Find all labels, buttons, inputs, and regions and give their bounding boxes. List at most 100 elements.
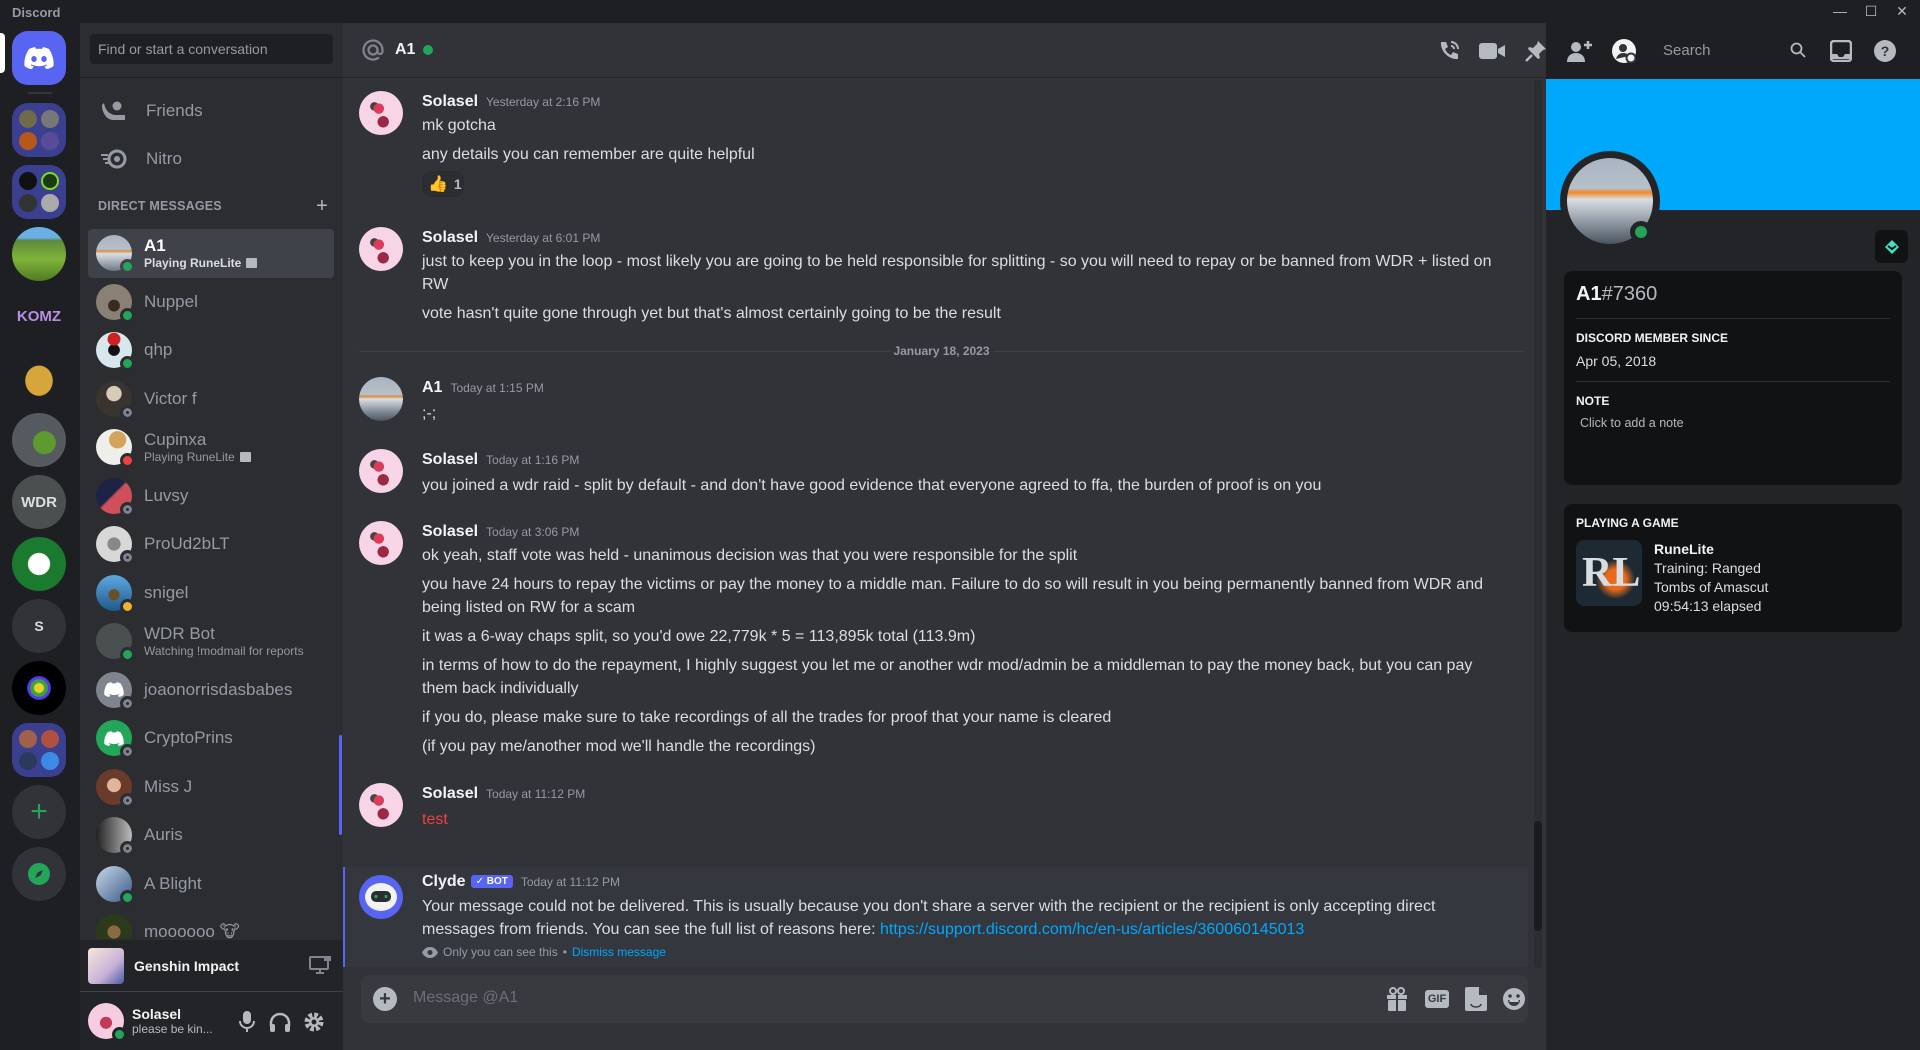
status-dnd [120, 453, 135, 469]
server-folder-3[interactable] [12, 723, 66, 777]
server-s[interactable]: S [12, 599, 66, 653]
dm-activity: Playing RuneLite [144, 450, 251, 464]
avatar [96, 283, 135, 323]
note-input[interactable]: Click to add a note [1580, 416, 1890, 430]
screen-share-icon[interactable] [309, 956, 331, 974]
server-folder-2[interactable] [12, 165, 66, 219]
dm-item-miss-j[interactable]: Miss J [88, 763, 334, 812]
dm-activity: Watching !modmail for reports [144, 644, 304, 659]
pinned-messages-button[interactable] [1523, 38, 1549, 64]
server-brain[interactable] [12, 537, 66, 591]
author-name[interactable]: Clyde [422, 873, 466, 890]
friends-nav-item[interactable]: Friends [88, 89, 334, 133]
dm-name: WDR Bot [144, 624, 215, 644]
server-spartan-helmet[interactable] [12, 351, 66, 405]
dm-item-moooooo[interactable]: moooooo 🐮 [88, 908, 334, 939]
clyde-avatar[interactable] [359, 875, 403, 919]
avatar [96, 817, 135, 857]
status-offline [120, 792, 135, 808]
author-name[interactable]: Solasel [422, 523, 478, 540]
inbox-button[interactable] [1828, 38, 1854, 64]
author-name[interactable]: Solasel [422, 93, 478, 110]
author-avatar[interactable] [359, 91, 403, 135]
avatar [96, 671, 135, 711]
support-link[interactable]: https://support.discord.com/hc/en-us/art… [880, 921, 1304, 938]
headphones-icon [269, 1012, 291, 1032]
reaction-thumbs-up[interactable]: 👍 1 [422, 171, 464, 197]
dm-item-a1[interactable]: A1 Playing RuneLite [88, 229, 334, 278]
timestamp: Yesterday at 6:01 PM [486, 231, 601, 245]
gear-icon [304, 1012, 324, 1032]
dismiss-message-link[interactable]: Dismiss message [572, 945, 666, 959]
dm-item-a-blight[interactable]: A Blight [88, 860, 334, 909]
nitro-nav-item[interactable]: Nitro [88, 137, 334, 181]
server-leaf[interactable] [12, 413, 66, 467]
mute-button[interactable] [235, 1010, 259, 1034]
author-name[interactable]: Solasel [422, 229, 478, 246]
message-composer: + Message @A1 GIF [361, 975, 1528, 1023]
discord-logo-icon [24, 47, 54, 69]
dm-item-luvsy[interactable]: Luvsy [88, 472, 334, 521]
user-settings-button[interactable] [302, 1010, 326, 1034]
author-avatar[interactable] [359, 521, 403, 565]
dm-item-nuppel[interactable]: Nuppel [88, 278, 334, 327]
emoji-button[interactable] [1501, 986, 1527, 1012]
add-friends-to-dm-button[interactable] [1567, 38, 1593, 64]
user-profile-toggle[interactable] [1611, 38, 1637, 64]
dm-name: snigel [144, 582, 189, 602]
voice-call-button[interactable] [1436, 38, 1462, 64]
dm-item-auris[interactable]: Auris [88, 811, 334, 860]
timestamp: Yesterday at 2:16 PM [486, 95, 601, 109]
help-button[interactable]: ? [1872, 38, 1898, 64]
dm-item-proud2blt[interactable]: ProUd2bLT [88, 520, 334, 569]
status-online [112, 1027, 127, 1042]
gif-button[interactable]: GIF [1424, 986, 1450, 1012]
game-name: RuneLite [1654, 541, 1714, 557]
author-avatar[interactable] [359, 449, 403, 493]
upload-attachment-button[interactable]: + [373, 987, 397, 1011]
server-folder-1[interactable] [12, 103, 66, 157]
message-input[interactable]: Message @A1 [413, 989, 518, 1007]
chat-scrollbar-thumb[interactable] [1534, 821, 1542, 931]
dm-item-qhp[interactable]: qhp [88, 326, 334, 375]
pin-icon [1525, 41, 1546, 62]
timestamp: Today at 11:12 PM [520, 875, 621, 889]
search-input[interactable]: Search [1656, 36, 1814, 65]
dm-name: joaonorrisdasbabes [144, 679, 293, 699]
home-button[interactable] [12, 31, 66, 85]
author-name[interactable]: Solasel [422, 785, 478, 802]
hypesquad-badge[interactable] [1875, 230, 1908, 263]
author-avatar[interactable] [359, 783, 403, 827]
close-button[interactable]: ✕ [1884, 0, 1920, 23]
find-conversation-input[interactable]: Find or start a conversation [90, 34, 333, 64]
dm-item-snigel[interactable]: snigel [88, 569, 334, 618]
author-avatar[interactable] [359, 377, 403, 421]
server-komz[interactable]: KOMZ [12, 289, 66, 343]
gift-button[interactable] [1384, 986, 1410, 1012]
status-offline [120, 841, 135, 857]
video-call-button[interactable] [1479, 38, 1505, 64]
search-placeholder: Search [1663, 42, 1711, 59]
add-server-button[interactable]: + [12, 785, 66, 839]
author-name[interactable]: Solasel [422, 451, 478, 468]
dm-item-joaonorrisdasbabes[interactable]: joaonorrisdasbabes [88, 666, 334, 715]
author-avatar[interactable] [359, 227, 403, 271]
sticker-button[interactable] [1463, 986, 1489, 1012]
dm-list-scrollbar[interactable] [339, 735, 342, 835]
dm-item-cupinxa[interactable]: Cupinxa Playing RuneLite [88, 423, 334, 472]
user-avatar[interactable] [88, 1003, 127, 1042]
server-wdr[interactable]: WDR [12, 475, 66, 529]
profile-avatar[interactable] [1560, 151, 1660, 251]
dm-item-victor-f[interactable]: Victor f [88, 375, 334, 424]
rail-separator [28, 92, 52, 94]
message-text: (if you pay me/another mod we'll handle … [422, 738, 816, 755]
author-name[interactable]: A1 [422, 379, 442, 396]
server-rainbow-star[interactable] [12, 661, 66, 715]
create-dm-button[interactable]: + [316, 195, 328, 218]
dm-item-wdr-bot[interactable]: WDR Bot Watching !modmail for reports [88, 617, 334, 666]
server-corn-field[interactable] [12, 227, 66, 281]
dm-item-cryptoprins[interactable]: CryptoPrins [88, 714, 334, 763]
explore-servers-button[interactable] [12, 847, 66, 901]
avatar [96, 235, 135, 275]
deafen-button[interactable] [268, 1010, 292, 1034]
